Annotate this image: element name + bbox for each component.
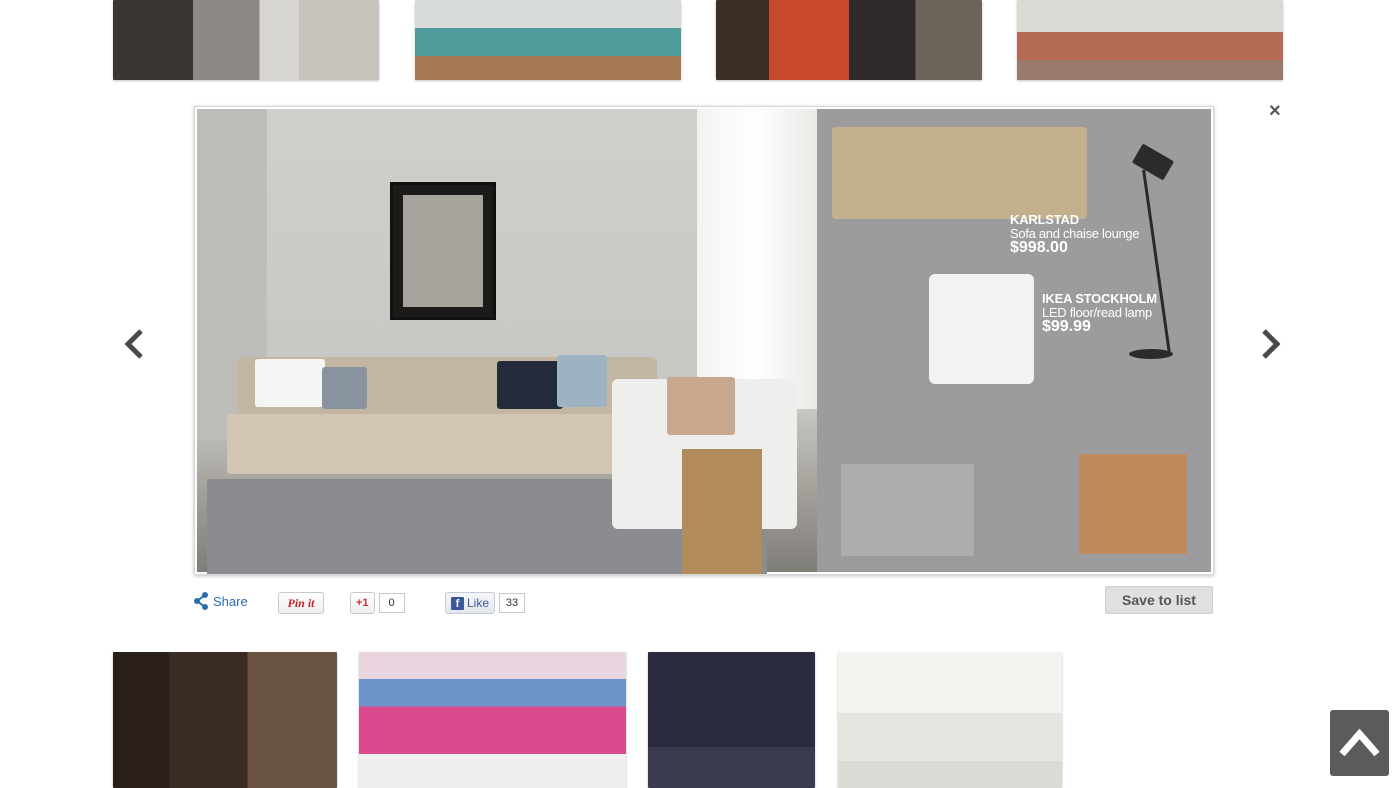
share-label: Share <box>213 593 248 609</box>
gallery-thumbnail[interactable] <box>648 652 815 788</box>
google-plus-one: +1 0 <box>350 592 405 614</box>
window <box>697 109 817 409</box>
floor-lamp-head <box>1131 143 1175 181</box>
karlstad-sofa-image <box>832 127 1087 219</box>
gallery-thumbnail[interactable] <box>113 652 337 788</box>
product-name: IKEA STOCKHOLM <box>1042 291 1157 306</box>
chevron-right-icon[interactable] <box>1259 328 1283 360</box>
floor-lamp-base <box>1129 349 1173 359</box>
pillow <box>497 361 563 409</box>
pillow <box>255 359 325 407</box>
side-table-image <box>1079 454 1187 554</box>
wall-art <box>390 182 496 320</box>
share-icon <box>194 592 208 610</box>
gallery-thumbnail[interactable] <box>113 0 379 80</box>
product-description: Sofa and chaise lounge <box>1010 225 1140 241</box>
product-label-stockholm: IKEA STOCKHOLM LED floor/read lamp $99.9… <box>1042 292 1157 336</box>
chevron-left-icon[interactable] <box>122 328 146 360</box>
product-price: $99.99 <box>1042 318 1091 336</box>
gallery-thumbnail[interactable] <box>359 652 626 788</box>
product-price: $998.00 <box>1010 239 1068 257</box>
gallery-thumbnail[interactable] <box>415 0 681 80</box>
gallery-thumbnail[interactable] <box>838 652 1062 788</box>
armchair-image <box>929 274 1034 384</box>
facebook-like-button[interactable]: f Like <box>445 592 496 614</box>
share-button[interactable]: Share <box>193 592 248 610</box>
save-to-list-button[interactable]: Save to list <box>1105 586 1213 614</box>
facebook-like: f Like 33 <box>445 592 526 614</box>
product-name: KARLSTAD <box>1010 212 1079 227</box>
arrow-up-icon <box>1339 728 1380 757</box>
side-table <box>682 449 762 574</box>
facebook-icon: f <box>451 596 464 610</box>
facebook-like-label: Like <box>467 596 490 610</box>
facebook-like-count: 33 <box>499 593 526 613</box>
pinterest-pin-button[interactable]: Pin it <box>278 592 324 614</box>
rug-sample-image <box>841 464 974 556</box>
room-photo <box>197 109 817 574</box>
google-plus-count: 0 <box>378 593 405 613</box>
gallery-thumbnail[interactable] <box>1017 0 1283 80</box>
scroll-to-top-button[interactable] <box>1330 710 1389 776</box>
sofa-seat <box>227 414 647 474</box>
pillow <box>557 355 607 407</box>
gallery-thumbnail[interactable] <box>716 0 982 80</box>
close-icon[interactable]: × <box>1269 100 1281 122</box>
lightbox-image: KARLSTAD Sofa and chaise lounge $998.00 … <box>194 106 1214 575</box>
google-plus-one-button[interactable]: +1 <box>350 592 375 614</box>
pillow <box>322 367 367 409</box>
pillow <box>667 377 735 435</box>
product-label-karlstad: KARLSTAD Sofa and chaise lounge $998.00 <box>1010 212 1140 257</box>
product-description: LED floor/read lamp <box>1042 304 1152 320</box>
product-catalog-panel: KARLSTAD Sofa and chaise lounge $998.00 … <box>817 109 1211 572</box>
